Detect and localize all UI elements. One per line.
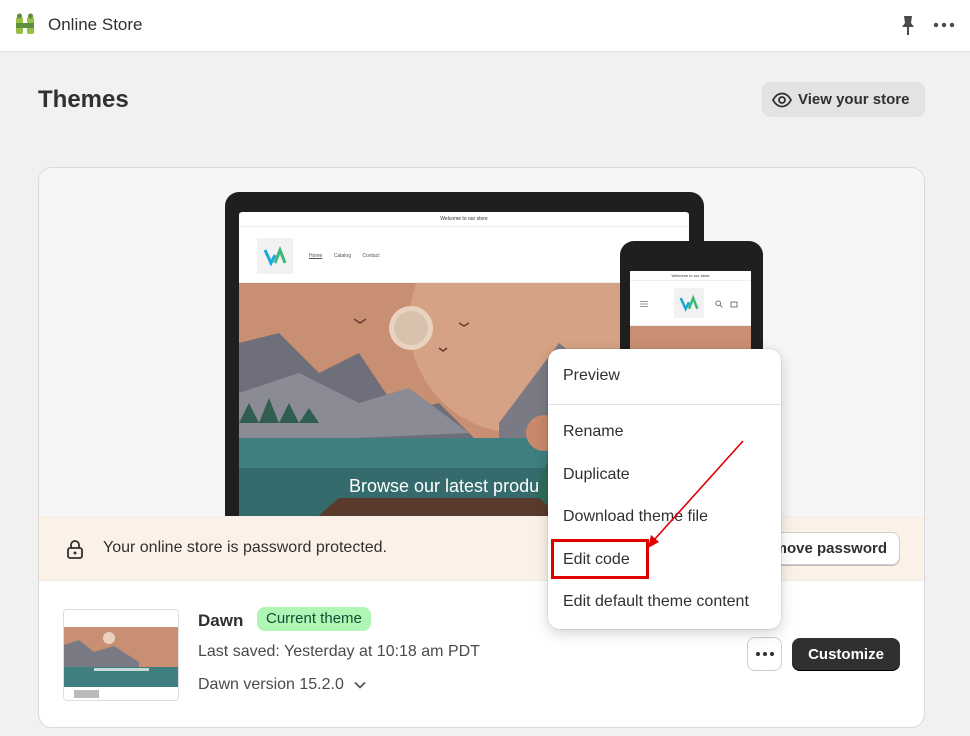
menu-item-rename[interactable]: Rename [563,423,623,441]
hamburger-icon [640,301,648,307]
pin-icon[interactable] [898,14,918,36]
menu-divider [548,404,781,405]
theme-card: Welcome to our store Home Catalog Contac… [38,167,925,728]
last-saved-text: Last saved: Yesterday at 10:18 am PDT [198,643,480,660]
chevron-down-icon [354,681,366,689]
nav-catalog: Catalog [333,253,351,259]
tablet-announcement: Welcome to our store [239,212,689,227]
lock-icon [67,540,83,559]
phone-cart-icon [730,301,738,308]
eye-icon [772,92,792,107]
app-title: Online Store [48,15,143,34]
tablet-nav: Home Catalog Contact [309,253,390,259]
store-logo [257,238,293,274]
phone-announcement: Welcome to our store [630,271,751,281]
nav-contact: Contact [362,253,380,259]
theme-row: Dawn Current theme Last saved: Yesterday… [39,581,924,727]
more-horizontal-icon[interactable] [932,14,956,36]
customize-button[interactable]: Customize [792,638,900,671]
hero-text: Browse our latest produ [349,476,540,496]
current-theme-badge: Current theme [257,607,371,631]
page-title: Themes [38,86,129,113]
edit-code-highlight [551,539,649,579]
theme-name: Dawn [198,611,244,630]
password-banner: Your online store is password protected.… [39,516,924,581]
theme-thumbnail[interactable] [63,609,179,701]
theme-actions-button[interactable] [747,637,782,671]
shopify-bag-icon [16,13,34,34]
top-bar: Online Store [0,0,970,52]
menu-item-preview[interactable]: Preview [563,367,620,385]
view-store-button[interactable]: View your store [762,82,925,117]
theme-actions-menu: Preview Rename Duplicate Download theme … [548,349,781,629]
phone-search-icon [715,300,723,308]
theme-preview: Welcome to our store Home Catalog Contac… [39,168,924,532]
menu-item-edit-default-content[interactable]: Edit default theme content [563,593,749,611]
phone-header [630,281,751,326]
menu-item-download-theme[interactable]: Download theme file [563,508,708,526]
theme-version-toggle[interactable]: Dawn version 15.2.0 [198,676,366,694]
theme-version-text: Dawn version 15.2.0 [198,676,344,693]
password-banner-text: Your online store is password protected. [103,539,388,556]
phone-store-logo [674,288,704,318]
more-horizontal-icon [755,652,774,656]
menu-item-duplicate[interactable]: Duplicate [563,466,630,484]
nav-home: Home [309,253,323,259]
view-store-label: View your store [798,91,910,108]
